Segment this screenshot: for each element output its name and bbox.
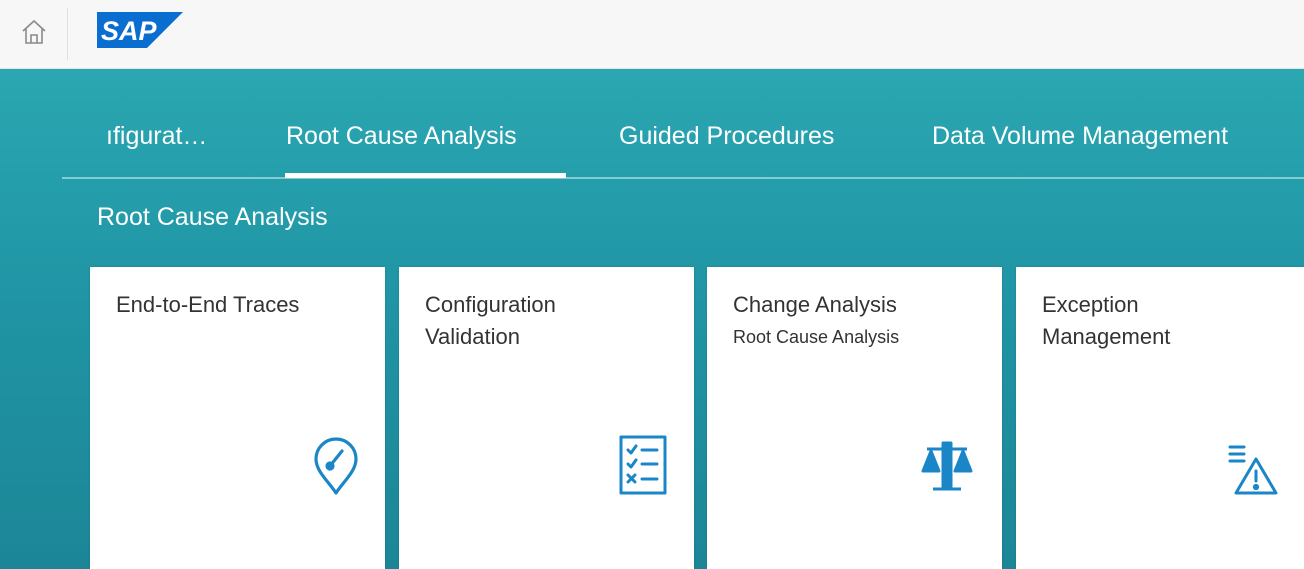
shell-bar: SAP: [0, 0, 1304, 69]
list-warning-icon: [1226, 435, 1282, 499]
section-title: Root Cause Analysis: [97, 203, 328, 231]
tile-title: Configuration Validation: [425, 292, 556, 349]
tab-configuration[interactable]: ıfigurat…: [106, 121, 233, 151]
tile-subtitle: Root Cause Analysis: [733, 327, 900, 347]
tile-exception-management[interactable]: Exception Management: [1016, 267, 1304, 569]
tile-configuration-validation[interactable]: Configuration Validation: [399, 267, 694, 569]
tab-divider: [62, 177, 1304, 179]
tile-title: Change Analysis: [733, 292, 897, 317]
sap-logo[interactable]: SAP: [97, 12, 183, 48]
tile-title: End-to-End Traces: [116, 292, 300, 317]
tab-root-cause-analysis[interactable]: Root Cause Analysis: [286, 121, 517, 151]
launchpad-content: ıfigurat… Root Cause Analysis Guided Pro…: [0, 69, 1304, 569]
home-icon: [20, 18, 48, 51]
tile-end-to-end-traces[interactable]: End-to-End Traces: [90, 267, 385, 569]
gauge-pin-icon: [308, 435, 364, 499]
checklist-icon: [615, 433, 671, 497]
tab-bar: ıfigurat… Root Cause Analysis Guided Pro…: [0, 69, 1304, 178]
home-button[interactable]: [0, 0, 68, 68]
balance-scale-icon: [919, 435, 975, 499]
tab-guided-procedures[interactable]: Guided Procedures: [619, 121, 834, 151]
svg-text:SAP: SAP: [101, 16, 158, 46]
tile-change-analysis[interactable]: Change Analysis Root Cause Analysis: [707, 267, 1002, 569]
tile-title: Exception Management: [1042, 292, 1171, 349]
tab-data-volume-management[interactable]: Data Volume Management: [932, 121, 1228, 151]
